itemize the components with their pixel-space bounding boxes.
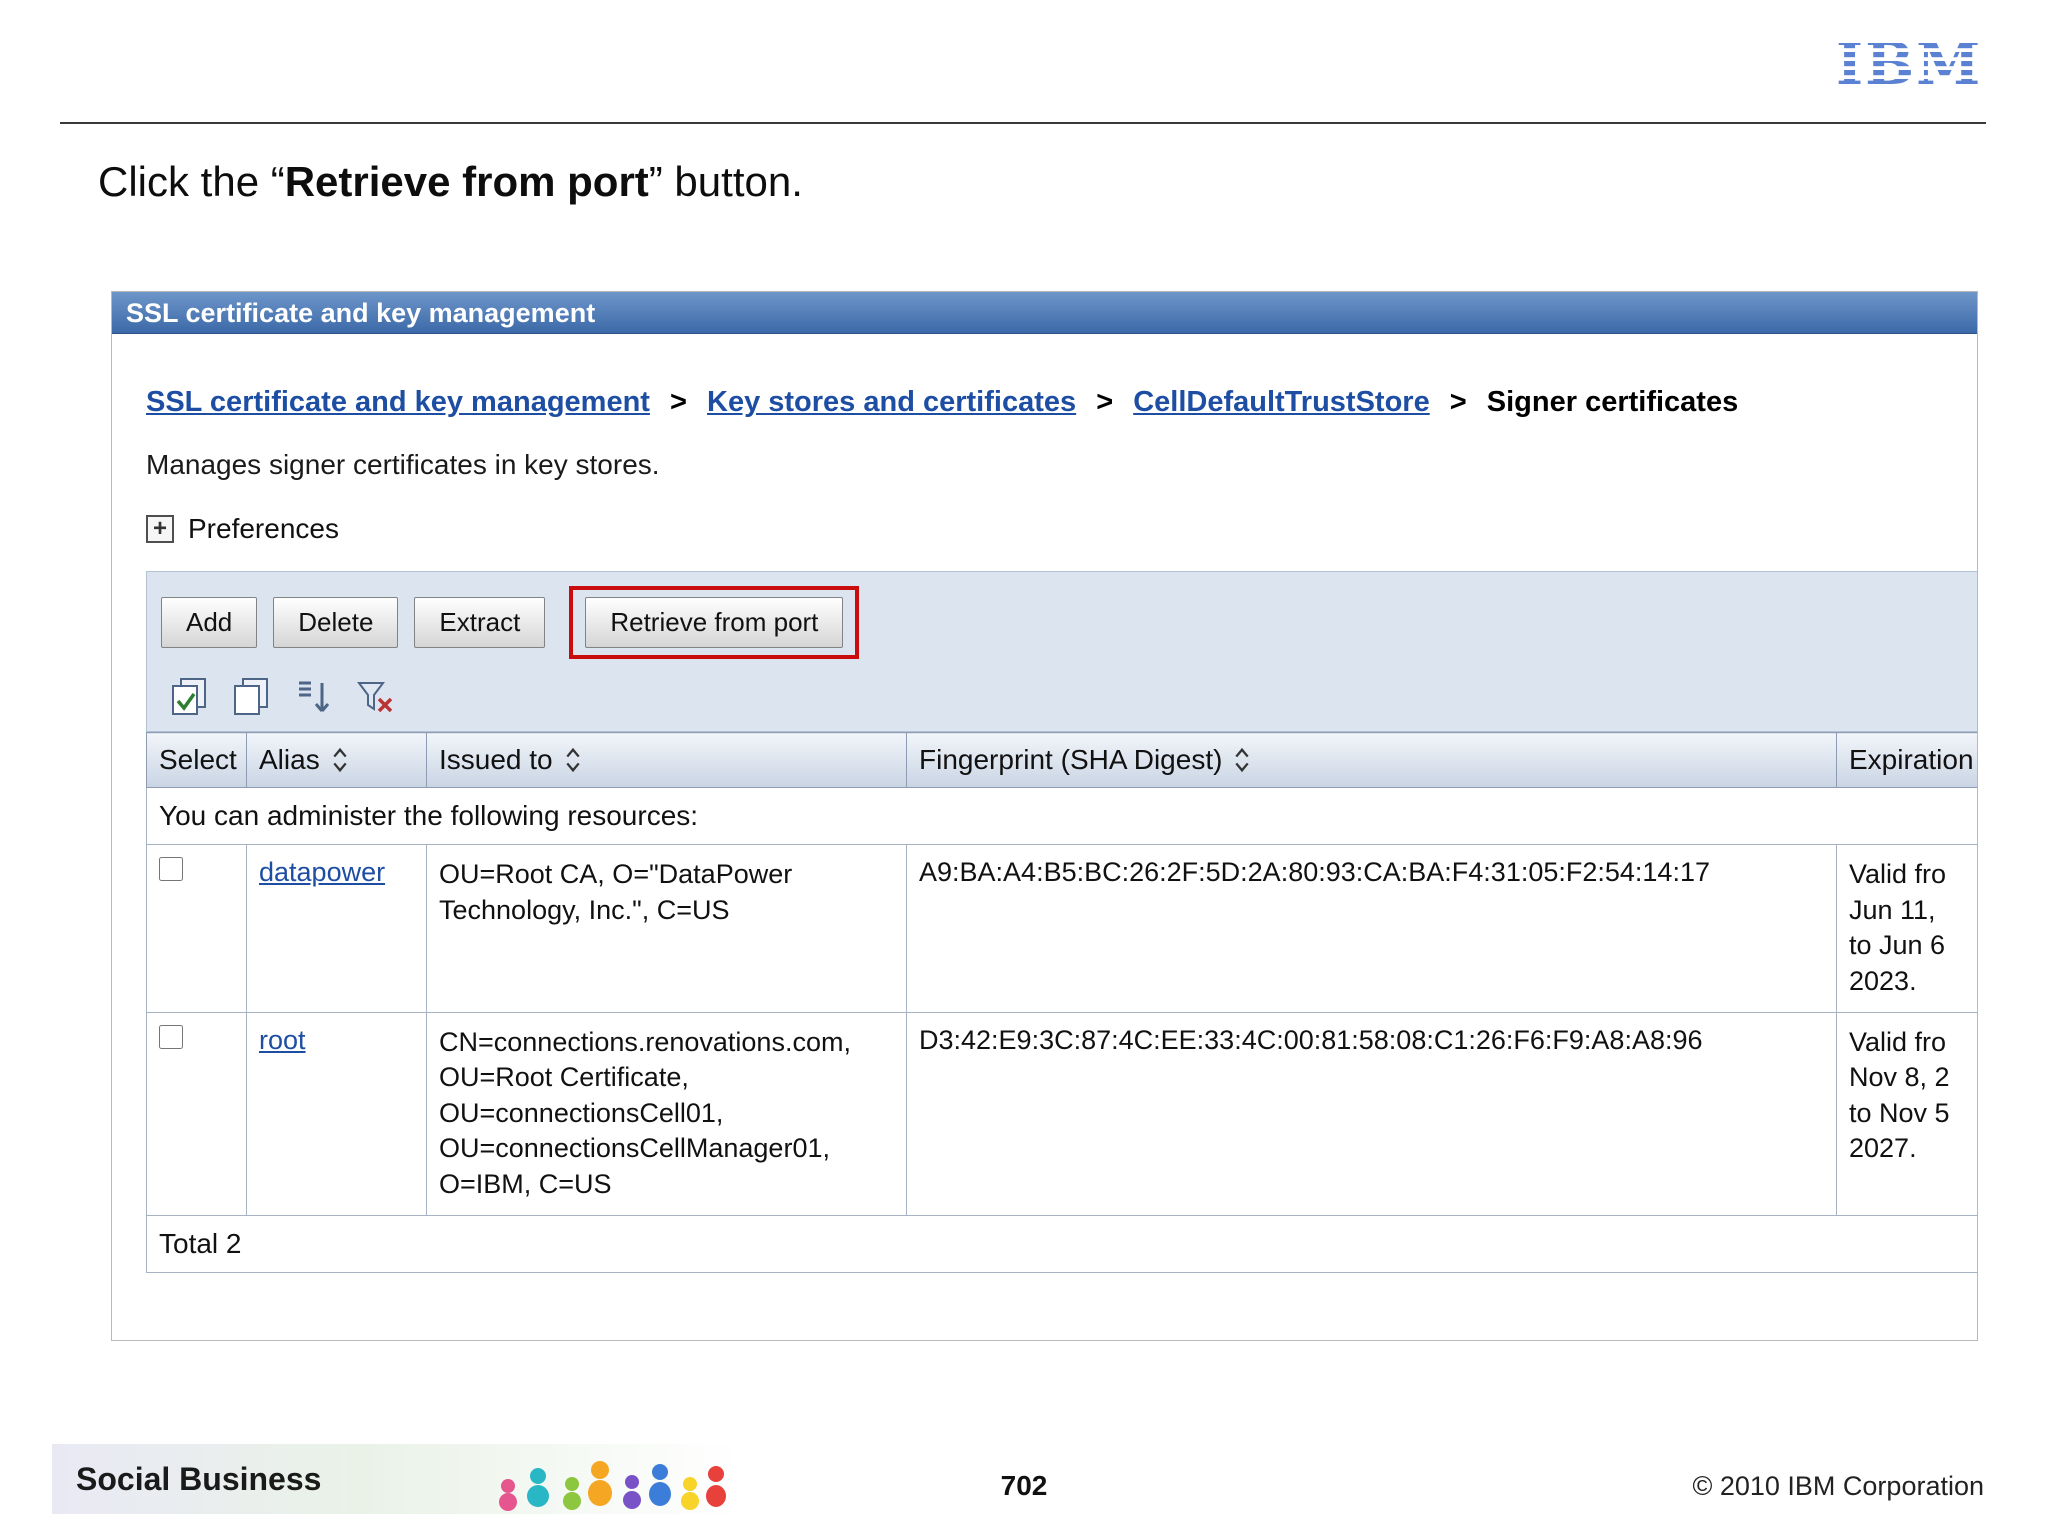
row-select-checkbox[interactable] — [159, 857, 183, 881]
copyright: © 2010 IBM Corporation — [1692, 1471, 1984, 1501]
sort-icon[interactable] — [332, 746, 348, 774]
fingerprint-cell: D3:42:E9:3C:87:4C:EE:33:4C:00:81:58:08:C… — [906, 1011, 1837, 1216]
row-select-checkbox[interactable] — [159, 1024, 183, 1049]
deselect-all-icon[interactable] — [229, 675, 273, 719]
breadcrumb: SSL certificate and key management > Key… — [146, 386, 1977, 419]
breadcrumb-separator: > — [1096, 386, 1114, 418]
sort-icon[interactable] — [565, 746, 581, 774]
show-filter-icon[interactable] — [291, 675, 335, 719]
breadcrumb-key-stores[interactable]: Key stores and certificates — [707, 386, 1076, 418]
total-row: Total 2 — [146, 1214, 1977, 1273]
total-label: Total 2 — [146, 1214, 1977, 1273]
console-title-bar: SSL certificate and key management — [112, 292, 1977, 334]
column-header-alias: Alias — [246, 732, 427, 788]
extract-button[interactable]: Extract — [414, 597, 546, 648]
select-all-icon[interactable] — [167, 675, 211, 719]
slide-title-suffix: ” button. — [648, 158, 803, 205]
column-header-expiration: Expiration — [1836, 732, 1977, 788]
breadcrumb-signer-certificates: Signer certificates — [1486, 386, 1739, 418]
column-header-issued-to: Issued to — [426, 732, 907, 788]
table-row: datapower OU=Root CA, O="DataPower Techn… — [146, 844, 1977, 1013]
fingerprint-cell: A9:BA:A4:B5:BC:26:2F:5D:2A:80:93:CA:BA:F… — [906, 844, 1837, 1013]
button-row: Add Delete Extract Retrieve from port — [161, 586, 1977, 659]
expand-icon[interactable]: + — [146, 515, 174, 543]
table-toolbar: Add Delete Extract Retrieve from port — [146, 571, 1977, 732]
issued-to-cell: CN=connections.renovations.com, OU=Root … — [426, 1011, 907, 1216]
highlight-box: Retrieve from port — [569, 586, 860, 659]
page-description: Manages signer certificates in key store… — [146, 449, 660, 480]
admin-console-window: SSL certificate and key management SSL c… — [111, 291, 1978, 1341]
delete-button[interactable]: Delete — [273, 597, 399, 648]
svg-text:IBM: IBM — [1836, 34, 1982, 98]
signer-certificates-table: Select Alias Issued to Fingerprint (SHA … — [146, 732, 1977, 1273]
alias-link-root[interactable]: root — [259, 1025, 306, 1055]
breadcrumb-separator: > — [670, 386, 687, 418]
preferences-label: Preferences — [188, 513, 339, 544]
breadcrumb-ssl-cert-mgmt[interactable]: SSL certificate and key management — [146, 386, 650, 418]
clear-filter-icon[interactable] — [353, 675, 397, 719]
column-header-select: Select — [146, 732, 247, 788]
admin-note: You can administer the following resourc… — [146, 787, 1977, 845]
column-header-fingerprint: Fingerprint (SHA Digest) — [906, 732, 1837, 788]
table-header-row: Select Alias Issued to Fingerprint (SHA … — [146, 732, 1977, 788]
admin-note-row: You can administer the following resourc… — [146, 787, 1977, 845]
slide-title-bold: Retrieve from port — [284, 158, 649, 205]
expiration-cell: Valid fro Jun 11, to Jun 6 2023. — [1836, 844, 1977, 1013]
sort-icon[interactable] — [1234, 746, 1250, 774]
table-row: root CN=connections.renovations.com, OU=… — [146, 1011, 1977, 1216]
table-icon-row — [161, 675, 1977, 719]
ibm-logo: IBM — [1834, 30, 1984, 103]
expiration-cell: Valid fro Nov 8, 2 to Nov 5 2027. — [1836, 1011, 1977, 1216]
add-button[interactable]: Add — [161, 597, 258, 648]
preferences-toggle[interactable]: + Preferences — [146, 513, 1977, 545]
alias-link-datapower[interactable]: datapower — [259, 857, 385, 887]
header-divider — [60, 122, 1986, 124]
slide-title: Click the “Retrieve from port” button. — [98, 158, 803, 206]
breadcrumb-separator: > — [1449, 386, 1467, 418]
issued-to-cell: OU=Root CA, O="DataPower Technology, Inc… — [426, 844, 907, 1013]
breadcrumb-cell-default-trust-store[interactable]: CellDefaultTrustStore — [1133, 386, 1430, 418]
slide-title-prefix: Click the “ — [98, 158, 285, 205]
retrieve-from-port-button[interactable]: Retrieve from port — [585, 597, 844, 648]
